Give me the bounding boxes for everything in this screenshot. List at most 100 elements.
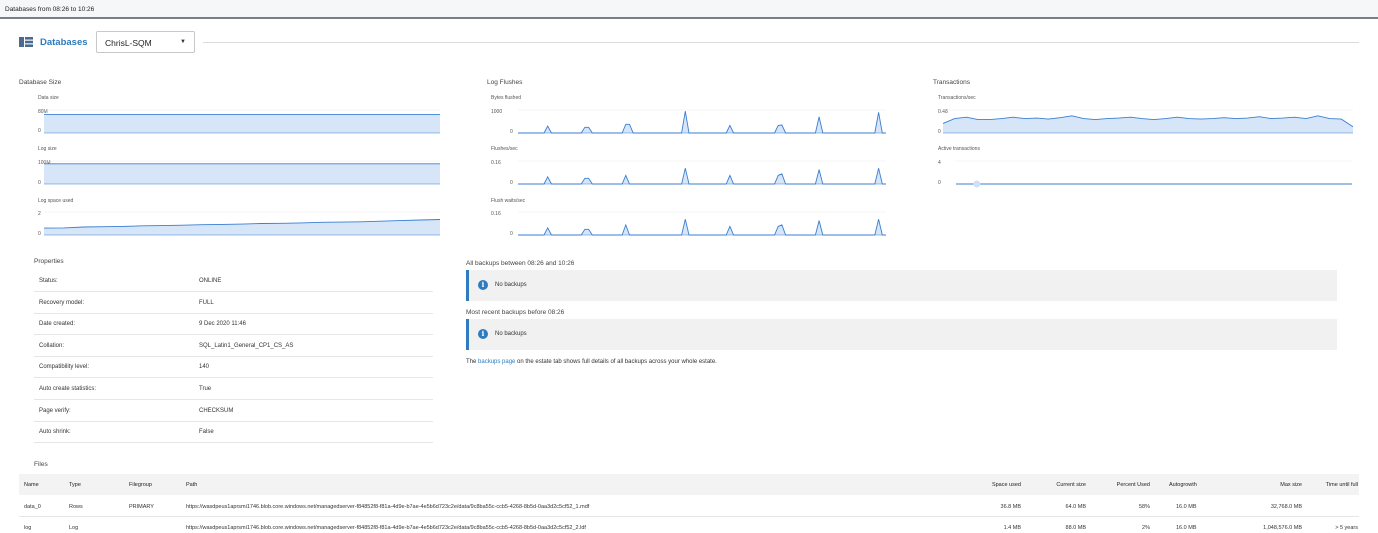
- chart-area: [44, 114, 440, 133]
- property-value: SQL_Latin1_General_CP1_CS_AS: [199, 342, 294, 349]
- file-max-size: 1,048,576.0 MB: [1263, 525, 1302, 531]
- backups-page-link[interactable]: backups page: [478, 359, 515, 365]
- property-key: Auto create statistics:: [39, 386, 97, 392]
- property-row: Page verify: CHECKSUM: [34, 400, 433, 422]
- property-value: True: [199, 386, 212, 392]
- tps-chart: [942, 109, 1354, 134]
- property-key: Status:: [39, 278, 58, 284]
- file-filegroup: PRIMARY: [129, 504, 154, 510]
- files-table-header: Name Type Filegroup Path Space used Curr…: [19, 474, 1359, 495]
- backups-recent-title: Most recent backups before 08:26: [466, 309, 565, 316]
- info-icon: i: [478, 280, 488, 290]
- log-size-chart: [44, 160, 440, 185]
- chart-area: [44, 163, 440, 184]
- property-row: Date created: 9 Dec 2020 11:46: [34, 313, 433, 336]
- active-transactions-chart: [956, 160, 1352, 188]
- col-path[interactable]: Path: [186, 482, 197, 488]
- property-key: Recovery model:: [39, 299, 85, 306]
- file-autogrowth: 16.0 MB: [1176, 525, 1197, 531]
- log-size-label: Log size: [38, 146, 57, 152]
- property-value: False: [199, 429, 214, 436]
- property-row: Auto shrink: False: [34, 421, 433, 444]
- property-row: Collation: SQL_Latin1_General_CP1_CS_AS: [34, 335, 433, 357]
- col-current-size[interactable]: Current size: [1024, 482, 1086, 488]
- log-used-label: Log space used: [38, 198, 74, 204]
- properties-title: Properties: [34, 258, 64, 265]
- database-select[interactable]: ChrisL-SQM ▼: [96, 31, 195, 53]
- property-row: Status: ONLINE: [34, 270, 433, 292]
- backups-recent-box: i No backups: [466, 319, 1337, 350]
- transactions-title: Transactions: [933, 79, 970, 86]
- chart-area: [518, 168, 886, 184]
- col-name[interactable]: Name: [24, 482, 39, 488]
- chart-series-line: [518, 219, 886, 236]
- tps-label: Transactions/sec: [938, 95, 976, 101]
- file-current-size: 64.0 MB: [1065, 504, 1086, 510]
- data-size-chart: [44, 109, 440, 134]
- info-icon: i: [478, 329, 488, 339]
- file-percent-used: 58%: [1138, 504, 1150, 510]
- chart-area: [518, 219, 886, 235]
- backups-note-suffix: on the estate tab shows full details of …: [515, 359, 717, 365]
- property-key: Auto shrink:: [39, 429, 71, 436]
- page-title[interactable]: Databases: [40, 37, 88, 48]
- bytes-flushed-ymax: 1000: [491, 109, 503, 115]
- table-row[interactable]: data_0 Rows PRIMARY https://wasdpeus1apr…: [19, 496, 1359, 517]
- flushes-label: Flushes/sec: [491, 146, 518, 152]
- property-value: FULL: [199, 299, 214, 306]
- property-key: Collation:: [39, 342, 65, 349]
- flush-waits-label: Flush waits/sec: [491, 198, 526, 204]
- top-bar: Databases from 08:26 to 10:26: [0, 0, 1378, 19]
- table-row[interactable]: log Log https://wasdpeus1aprsmi1746.blob…: [19, 517, 1359, 533]
- file-path: https://wasdpeus1aprsmi1746.blob.core.wi…: [186, 525, 586, 531]
- file-autogrowth: 16.0 MB: [1176, 504, 1197, 510]
- backups-note: The backups page on the estate tab shows…: [466, 359, 717, 365]
- property-row: Auto create statistics: True: [34, 378, 433, 400]
- active-ymax: 4: [938, 160, 941, 166]
- file-percent-used: 2%: [1142, 525, 1150, 531]
- file-name: log: [24, 525, 32, 531]
- file-time-until-full: > 5 years: [1335, 525, 1358, 531]
- file-name: data_0: [24, 504, 41, 510]
- property-value: ONLINE: [199, 278, 222, 284]
- file-type: Rows: [69, 504, 83, 510]
- flush-waits-ymin: 0: [510, 231, 513, 237]
- property-key: Date created:: [39, 321, 76, 328]
- log-used-chart: [43, 211, 441, 236]
- log-size-ymin: 0: [38, 180, 41, 186]
- bytes-flushed-ymin: 0: [510, 129, 513, 135]
- log-used-ymax: 2: [38, 211, 41, 217]
- backups-between-box: i No backups: [466, 270, 1337, 301]
- db-size-title: Database Size: [19, 79, 62, 86]
- flushes-chart: [518, 160, 886, 185]
- file-max-size: 32,768.0 MB: [1270, 504, 1302, 510]
- col-autogrowth[interactable]: Autogrowth: [1169, 482, 1197, 488]
- chart-area: [518, 111, 886, 133]
- log-flushes-title: Log Flushes: [487, 79, 523, 86]
- property-key: Compatibility level:: [39, 364, 90, 371]
- col-type[interactable]: Type: [69, 482, 81, 488]
- file-space-used: 36.8 MB: [1000, 504, 1021, 510]
- header-divider: [203, 42, 1359, 43]
- file-type: Log: [69, 525, 79, 531]
- flush-waits-ymax: 0.16: [491, 211, 501, 217]
- top-bar-title: Databases from 08:26 to 10:26: [5, 6, 95, 13]
- backups-between-msg: No backups: [495, 282, 527, 288]
- flush-waits-chart: [518, 211, 886, 236]
- backups-note-prefix: The: [466, 359, 479, 365]
- property-key: Page verify:: [39, 407, 71, 414]
- chevron-down-icon: ▼: [180, 39, 186, 45]
- chart-area: [44, 219, 440, 235]
- data-size-label: Data size: [38, 95, 59, 101]
- col-max-size[interactable]: Max size: [1229, 482, 1302, 488]
- file-current-size: 88.0 MB: [1065, 525, 1086, 531]
- col-percent-used[interactable]: Percent Used: [1088, 482, 1150, 488]
- property-value: 140: [199, 364, 210, 371]
- col-filegroup[interactable]: Filegroup: [129, 482, 152, 488]
- bytes-flushed-label: Bytes flushed: [491, 95, 522, 101]
- col-space-used[interactable]: Space used: [959, 482, 1021, 488]
- col-time-until-full[interactable]: Time until full: [1304, 482, 1358, 488]
- file-path: https://wasdpeus1aprsmi1746.blob.core.wi…: [186, 504, 590, 510]
- backups-recent-msg: No backups: [495, 331, 527, 337]
- property-value: 9 Dec 2020 11:46: [199, 321, 246, 328]
